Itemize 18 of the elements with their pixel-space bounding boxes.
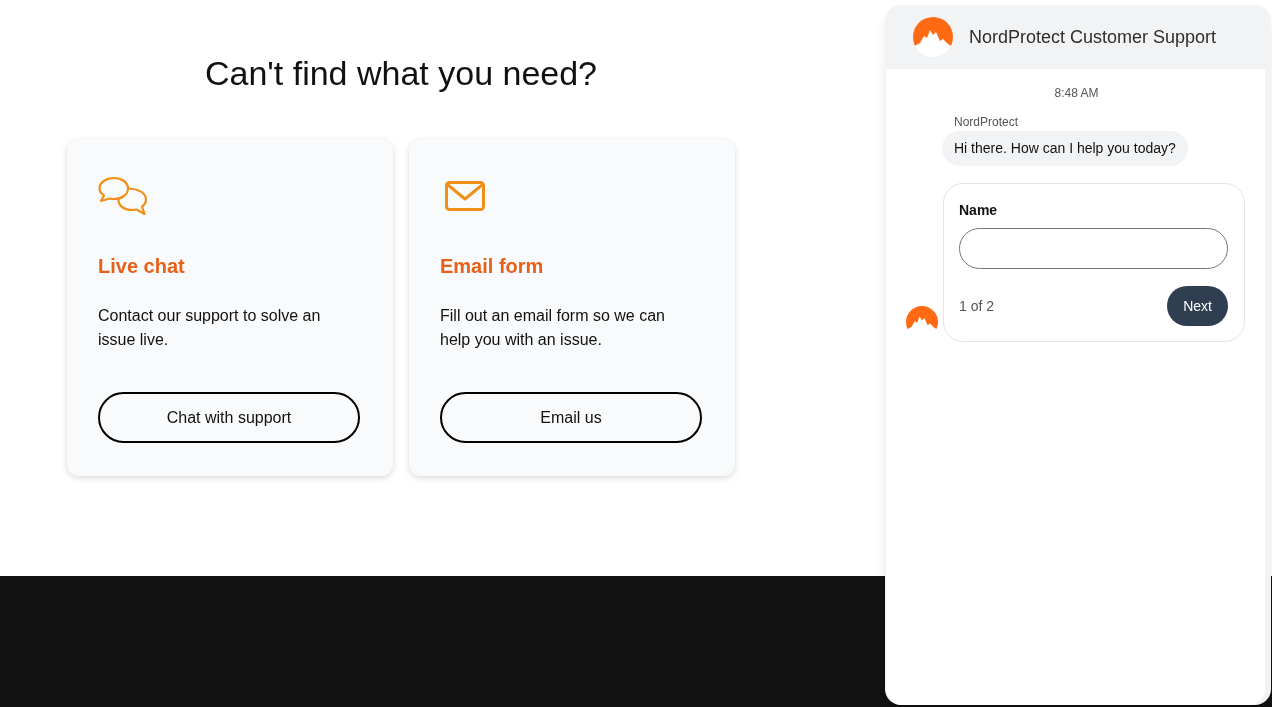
message-bubble: Hi there. How can I help you today? (942, 131, 1188, 166)
mountain-logo-icon (913, 17, 953, 57)
chat-with-support-button[interactable]: Chat with support (98, 392, 360, 443)
step-counter: 1 of 2 (959, 297, 995, 316)
email-us-button[interactable]: Email us (440, 392, 702, 443)
card-description: Contact our support to solve an issue live. (98, 306, 322, 350)
next-button[interactable]: Next (1167, 286, 1228, 326)
envelope-icon (445, 181, 485, 211)
chat-title: NordProtect Customer Support (969, 26, 1217, 49)
card-description: Fill out an email form so we can help you with an issue. (440, 306, 666, 350)
name-input-field[interactable] (959, 228, 1228, 269)
page-heading: Can't find what you need? (204, 53, 598, 94)
field-label: Name (959, 201, 999, 220)
card-title: Live chat (98, 254, 185, 279)
speech-bubbles-icon (98, 176, 148, 216)
message-timestamp: 8:48 AM (1053, 85, 1099, 101)
sender-name: NordProtect (954, 114, 1019, 130)
card-title: Email form (440, 254, 544, 279)
